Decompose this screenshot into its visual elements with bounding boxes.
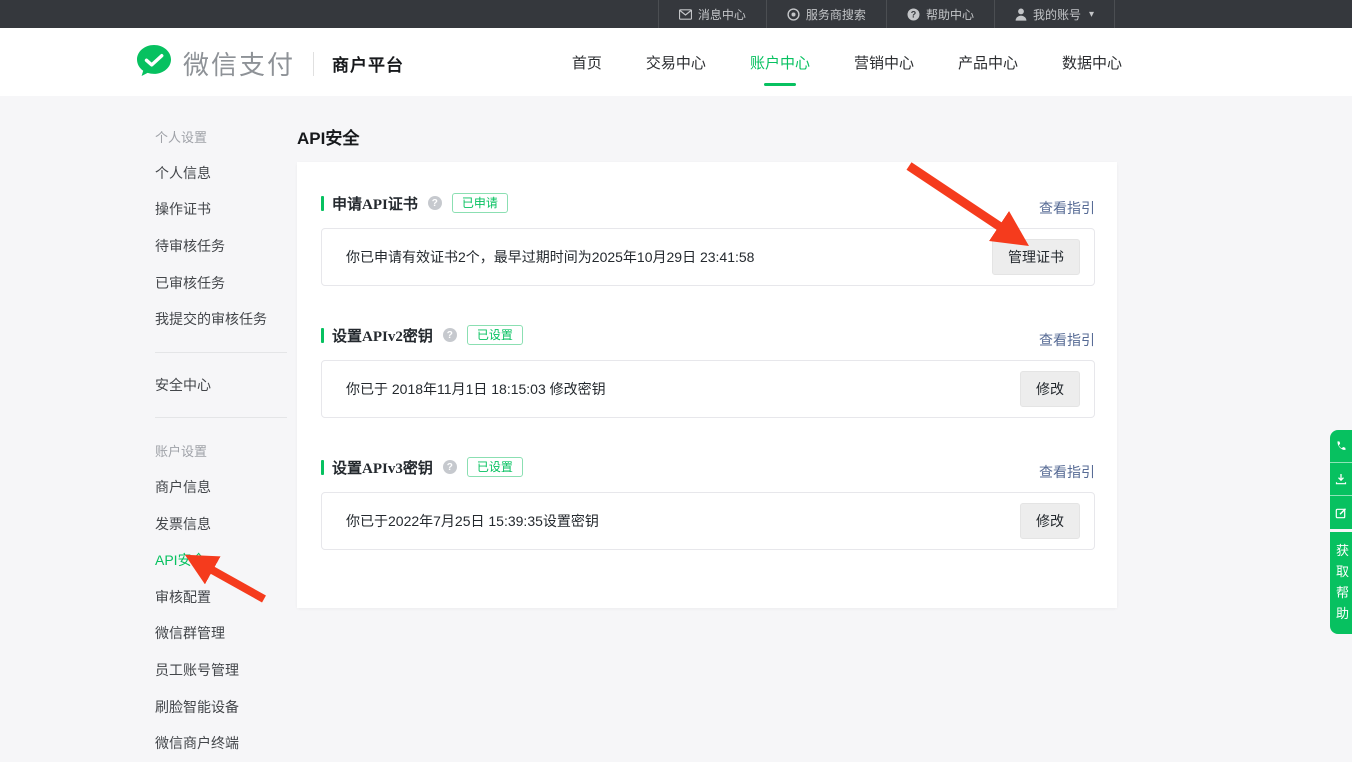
sidebar-divider	[155, 417, 287, 418]
sidebar-item-security-center[interactable]: 安全中心	[155, 367, 287, 404]
topbar-item-label: 帮助中心	[926, 6, 974, 23]
platform-name: 商户平台	[332, 51, 404, 76]
manage-certificate-button[interactable]: 管理证书	[992, 239, 1080, 275]
brand-name: 微信支付	[183, 45, 295, 82]
sidebar-item-staff-account-management[interactable]: 员工账号管理	[155, 652, 287, 689]
wechat-bubble-icon	[135, 44, 173, 83]
api-security-card: 申请API证书 ? 已申请 查看指引 你已申请有效证书2个，最早过期时间为202…	[297, 162, 1117, 608]
help-icon: ?	[907, 8, 920, 21]
svg-text:?: ?	[911, 9, 917, 19]
sidebar-item-face-payment-devices[interactable]: 刷脸智能设备	[155, 688, 287, 725]
download-icon[interactable]	[1330, 463, 1352, 496]
question-mark-icon[interactable]: ?	[443, 460, 457, 474]
sidebar-item-personal-info[interactable]: 个人信息	[155, 155, 287, 192]
nav-item-data-center[interactable]: 数据中心	[1062, 52, 1122, 73]
wechat-pay-logo[interactable]: 微信支付 商户平台	[135, 44, 404, 83]
section-title: 设置APIv2密钥	[332, 325, 433, 346]
mail-icon	[679, 9, 692, 20]
apiv3-key-status-text: 你已于2022年7月25日 15:39:35设置密钥	[346, 511, 599, 531]
feedback-icon[interactable]	[1330, 496, 1352, 529]
sidebar-item-reviewed-tasks[interactable]: 已审核任务	[155, 264, 287, 301]
api-cert-status-text: 你已申请有效证书2个，最早过期时间为2025年10月29日 23:41:58	[346, 247, 754, 267]
sidebar-item-review-config[interactable]: 审核配置	[155, 579, 287, 616]
modify-apiv2-key-button[interactable]: 修改	[1020, 371, 1080, 407]
sidebar-item-invoice-info[interactable]: 发票信息	[155, 505, 287, 542]
apiv3-key-status-box: 你已于2022年7月25日 15:39:35设置密钥 修改	[321, 492, 1095, 550]
topbar-item-help-center[interactable]: ? 帮助中心	[886, 0, 994, 28]
nav-item-marketing-center[interactable]: 营销中心	[854, 52, 914, 73]
modify-apiv3-key-button[interactable]: 修改	[1020, 503, 1080, 539]
page-title: API安全	[297, 124, 359, 149]
section-title: 申请API证书	[332, 193, 418, 214]
topbar-item-provider-search[interactable]: 服务商搜索	[766, 0, 886, 28]
topbar: 消息中心 服务商搜索 ? 帮助中心 我的账号 ▾	[0, 0, 1352, 28]
section-accent-bar	[321, 460, 324, 475]
sidebar-item-my-submitted-review-tasks[interactable]: 我提交的审核任务	[155, 301, 287, 338]
user-icon	[1015, 8, 1027, 21]
get-help-label: 获取帮助	[1336, 540, 1350, 624]
view-guide-link[interactable]: 查看指引	[1039, 198, 1095, 218]
section-accent-bar	[321, 328, 324, 343]
sidebar-item-wechat-group-management[interactable]: 微信群管理	[155, 615, 287, 652]
main-nav: 首页 交易中心 账户中心 营销中心 产品中心 数据中心	[572, 28, 1122, 96]
question-mark-icon[interactable]: ?	[443, 328, 457, 342]
status-badge: 已申请	[452, 193, 508, 213]
apiv2-key-status-box: 你已于 2018年11月1日 18:15:03 修改密钥 修改	[321, 360, 1095, 418]
sidebar-item-pending-review-tasks[interactable]: 待审核任务	[155, 228, 287, 265]
section-apply-api-cert-header: 申请API证书 ? 已申请 查看指引	[321, 192, 1095, 214]
section-apiv2-key-header: 设置APIv2密钥 ? 已设置 查看指引	[321, 324, 1095, 346]
sidebar-heading-personal-settings: 个人设置	[155, 118, 287, 155]
section-title: 设置APIv3密钥	[332, 457, 433, 478]
apiv2-key-status-text: 你已于 2018年11月1日 18:15:03 修改密钥	[346, 379, 606, 399]
chevron-down-icon: ▾	[1089, 9, 1094, 20]
sidebar-item-merchant-info[interactable]: 商户信息	[155, 469, 287, 506]
topbar-item-label: 消息中心	[698, 6, 746, 23]
nav-item-home[interactable]: 首页	[572, 52, 602, 73]
view-guide-link[interactable]: 查看指引	[1039, 462, 1095, 482]
status-badge: 已设置	[467, 325, 523, 345]
search-icon	[787, 8, 800, 21]
view-guide-link[interactable]: 查看指引	[1039, 330, 1095, 350]
sidebar-item-operation-certificate[interactable]: 操作证书	[155, 191, 287, 228]
topbar-item-label: 服务商搜索	[806, 6, 866, 23]
nav-item-transaction-center[interactable]: 交易中心	[646, 52, 706, 73]
topbar-item-my-account[interactable]: 我的账号 ▾	[994, 0, 1115, 28]
section-accent-bar	[321, 196, 324, 211]
sidebar: 个人设置 个人信息 操作证书 待审核任务 已审核任务 我提交的审核任务 安全中心…	[155, 118, 287, 762]
section-apiv3-key-header: 设置APIv3密钥 ? 已设置 查看指引	[321, 456, 1095, 478]
help-widget-icons	[1330, 430, 1352, 529]
api-cert-status-box: 你已申请有效证书2个，最早过期时间为2025年10月29日 23:41:58 管…	[321, 228, 1095, 286]
sidebar-heading-account-settings: 账户设置	[155, 432, 287, 469]
topbar-item-label: 我的账号	[1033, 6, 1081, 23]
sidebar-item-wechat-merchant-terminal[interactable]: 微信商户终端	[155, 725, 287, 762]
nav-item-account-center[interactable]: 账户中心	[750, 52, 810, 73]
topbar-item-messages[interactable]: 消息中心	[658, 0, 766, 28]
sidebar-divider	[155, 352, 287, 353]
get-help-button[interactable]: 获取帮助	[1330, 532, 1352, 634]
phone-icon[interactable]	[1330, 430, 1352, 463]
help-widget: 获取帮助	[1330, 430, 1352, 634]
nav-item-product-center[interactable]: 产品中心	[958, 52, 1018, 73]
status-badge: 已设置	[467, 457, 523, 477]
sidebar-item-api-security[interactable]: API安全	[155, 542, 287, 579]
header: 微信支付 商户平台 首页 交易中心 账户中心 营销中心 产品中心 数据中心	[0, 28, 1352, 96]
question-mark-icon[interactable]: ?	[428, 196, 442, 210]
logo-divider	[313, 52, 314, 76]
